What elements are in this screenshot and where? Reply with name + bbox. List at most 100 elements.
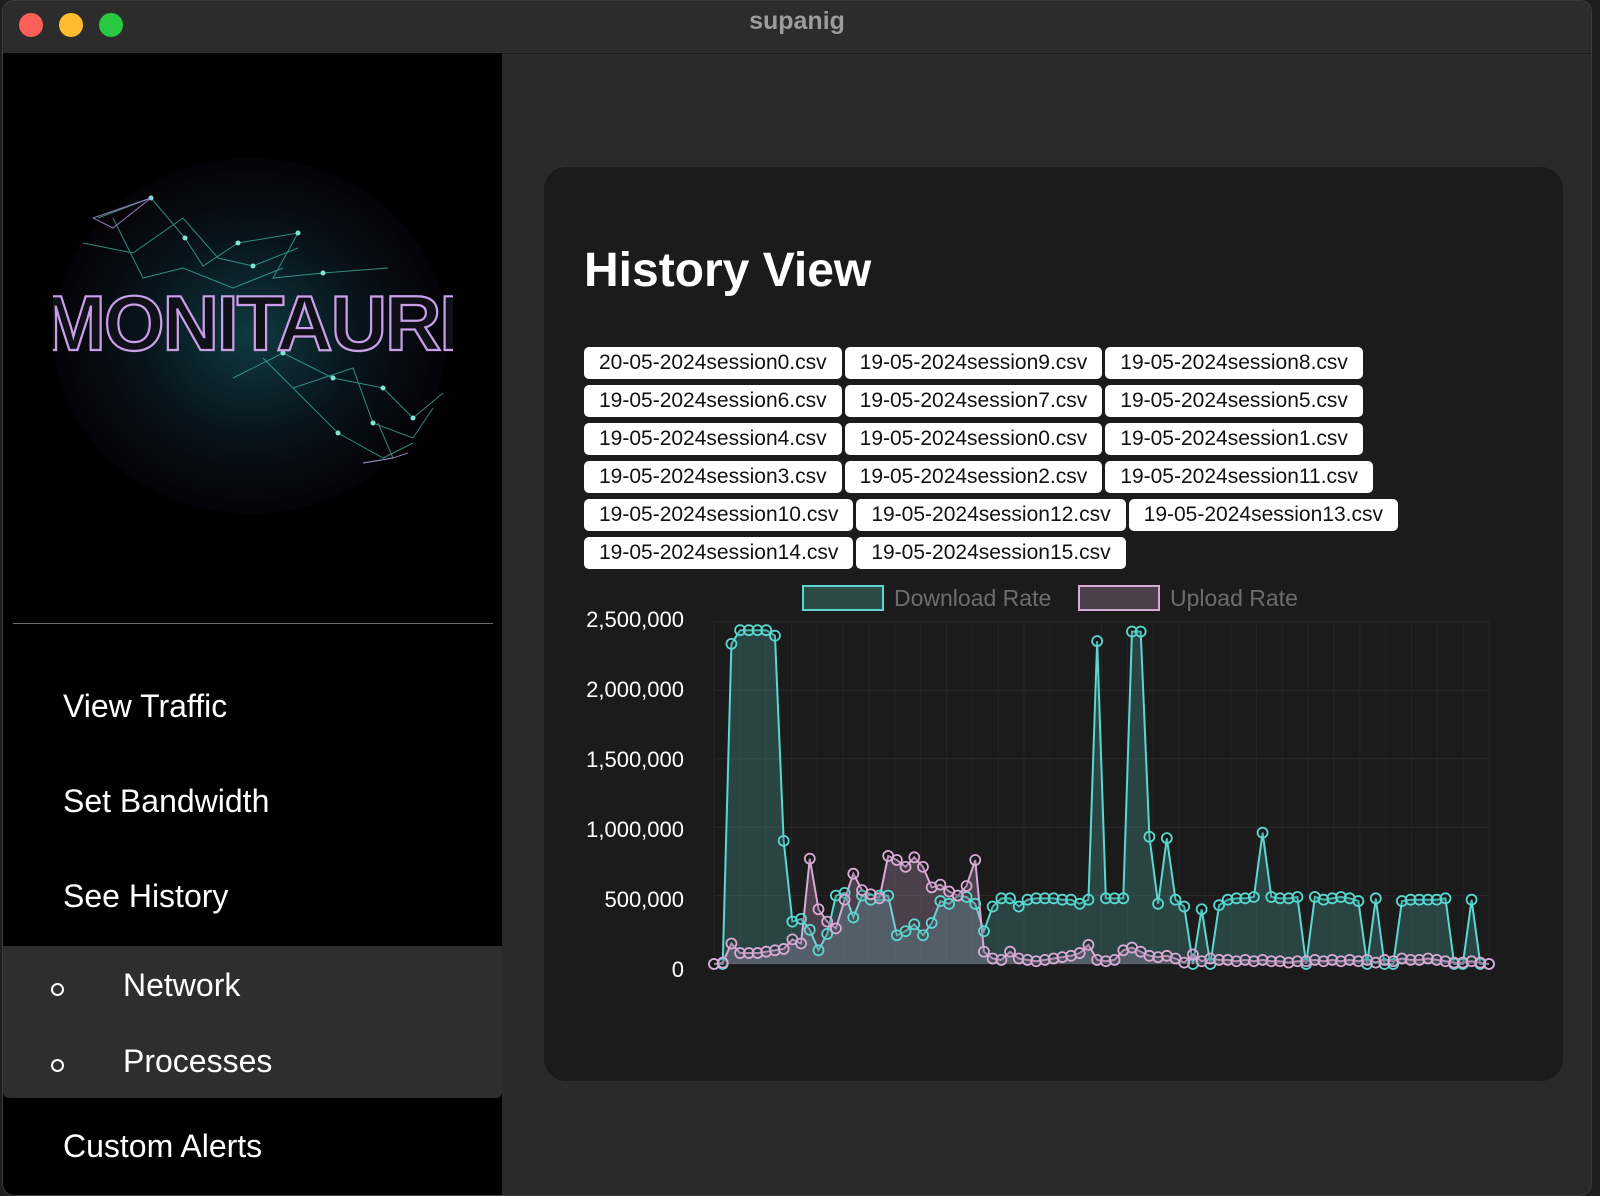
nav-set-bandwidth[interactable]: Set Bandwidth <box>63 783 269 820</box>
data-point-download[interactable] <box>1352 895 1365 907</box>
file-button[interactable]: 19-05-2024session11.csv <box>1105 461 1374 493</box>
data-point-upload[interactable] <box>847 867 860 880</box>
nav-view-traffic[interactable]: View Traffic <box>63 688 227 725</box>
data-point-download[interactable] <box>795 912 807 925</box>
data-point-download[interactable] <box>1291 891 1304 903</box>
data-point-download[interactable] <box>1256 826 1269 839</box>
data-point-download[interactable] <box>1369 892 1382 905</box>
data-point-download[interactable] <box>812 944 825 957</box>
data-point-download[interactable] <box>1247 891 1260 903</box>
data-point-download[interactable] <box>725 637 738 650</box>
data-point-download[interactable] <box>1169 893 1182 906</box>
sidebar: MONITAURI View Traffic Set Bandwidth See… <box>3 53 502 1195</box>
data-point-upload[interactable] <box>951 889 964 902</box>
data-point-upload[interactable] <box>830 922 842 935</box>
data-point-upload[interactable] <box>917 860 929 873</box>
data-point-download[interactable] <box>925 917 938 929</box>
file-button[interactable]: 19-05-2024session10.csv <box>584 499 854 531</box>
data-point-download[interactable] <box>1178 900 1191 913</box>
submenu-label-network: Network <box>123 967 241 1003</box>
file-button[interactable]: 19-05-2024session8.csv <box>1105 347 1363 379</box>
data-point-download[interactable] <box>1152 897 1165 910</box>
file-button[interactable]: 19-05-2024session4.csv <box>584 423 842 455</box>
data-point-download[interactable] <box>943 897 956 910</box>
file-row: 19-05-2024session14.csv 19-05-2024session… <box>584 537 1504 569</box>
data-point-download[interactable] <box>978 925 990 938</box>
data-point-download[interactable] <box>769 629 781 642</box>
data-point-upload[interactable] <box>978 945 990 958</box>
data-point-upload[interactable] <box>899 860 912 873</box>
data-point-upload[interactable] <box>1178 956 1191 969</box>
file-button[interactable]: 19-05-2024session13.csv <box>1128 499 1398 531</box>
data-point-download[interactable] <box>1004 892 1016 905</box>
file-button[interactable]: 20-05-2024session0.csv <box>584 347 842 379</box>
file-button[interactable]: 19-05-2024session0.csv <box>844 423 1103 455</box>
file-row: 20-05-2024session0.csv 19-05-2024session9… <box>584 347 1504 379</box>
file-button[interactable]: 19-05-2024session12.csv <box>856 499 1126 531</box>
data-point-upload[interactable] <box>1187 948 1199 961</box>
app-logo: MONITAURI <box>40 158 462 518</box>
data-point-upload[interactable] <box>995 953 1008 966</box>
file-button[interactable]: 19-05-2024session14.csv <box>584 537 854 569</box>
traffic-chart: Download Rate Upload Rate 2,500,000 2,00… <box>544 567 1563 1047</box>
data-point-upload[interactable] <box>1108 953 1121 966</box>
file-row: 19-05-2024session4.csv 19-05-2024session0… <box>584 423 1504 455</box>
data-point-upload[interactable] <box>803 852 816 865</box>
submenu-label-processes: Processes <box>123 1043 273 1079</box>
data-point-download[interactable] <box>1134 625 1147 638</box>
data-point-upload[interactable] <box>890 854 903 866</box>
data-point-upload[interactable] <box>777 943 790 955</box>
data-point-upload[interactable] <box>873 892 886 905</box>
data-point-upload[interactable] <box>1082 938 1095 951</box>
data-point-upload[interactable] <box>969 854 982 866</box>
data-point-download[interactable] <box>777 834 790 847</box>
data-point-download[interactable] <box>1117 892 1130 905</box>
file-button[interactable]: 19-05-2024session9.csv <box>844 347 1103 379</box>
file-button[interactable]: 19-05-2024session15.csv <box>856 537 1126 569</box>
data-point-download[interactable] <box>1160 832 1173 845</box>
file-button[interactable]: 19-05-2024session6.csv <box>584 385 842 417</box>
submenu-item-network[interactable]: Network <box>3 959 502 1019</box>
data-point-upload[interactable] <box>908 851 921 864</box>
data-point-upload[interactable] <box>838 893 851 906</box>
titlebar: supanig <box>3 1 1591 54</box>
data-point-upload[interactable] <box>1004 945 1016 958</box>
data-point-download[interactable] <box>803 923 816 936</box>
data-point-upload[interactable] <box>716 956 729 969</box>
data-point-upload[interactable] <box>821 915 834 928</box>
file-button[interactable]: 19-05-2024session1.csv <box>1105 423 1363 455</box>
submenu-item-processes[interactable]: Processes <box>3 1035 502 1095</box>
data-point-download[interactable] <box>908 918 921 931</box>
data-point-download[interactable] <box>1012 900 1025 913</box>
data-point-upload[interactable] <box>795 937 807 950</box>
file-button[interactable]: 19-05-2024session5.csv <box>1105 385 1363 417</box>
data-point-upload[interactable] <box>934 878 947 891</box>
history-submenu: Network Processes <box>3 946 502 1098</box>
data-point-download[interactable] <box>917 929 929 942</box>
nav-see-history[interactable]: See History <box>63 878 228 915</box>
data-point-download[interactable] <box>1465 893 1478 906</box>
data-point-download[interactable] <box>899 925 912 938</box>
data-point-upload[interactable] <box>1073 947 1086 959</box>
data-point-download[interactable] <box>1091 635 1104 648</box>
file-button[interactable]: 19-05-2024session7.csv <box>844 385 1103 417</box>
data-point-download[interactable] <box>969 897 982 910</box>
page-title: History View <box>584 244 872 297</box>
bullet-icon <box>51 1059 64 1072</box>
window-title: supanig <box>749 7 845 35</box>
file-row: 19-05-2024session3.csv 19-05-2024session2… <box>584 461 1504 493</box>
data-point-download[interactable] <box>1439 892 1452 905</box>
file-button[interactable]: 19-05-2024session3.csv <box>584 461 842 493</box>
logo-text: MONITAURI <box>53 279 453 367</box>
nav-custom-alerts[interactable]: Custom Alerts <box>63 1128 262 1165</box>
data-point-download[interactable] <box>1082 893 1095 906</box>
data-point-download[interactable] <box>1195 903 1208 916</box>
data-point-download[interactable] <box>986 900 999 913</box>
data-point-download[interactable] <box>1143 830 1156 843</box>
data-point-upload[interactable] <box>960 880 973 892</box>
data-point-upload[interactable] <box>1483 958 1495 970</box>
data-point-upload[interactable] <box>812 903 825 916</box>
data-point-download[interactable] <box>847 911 860 924</box>
data-point-upload[interactable] <box>725 937 738 950</box>
file-button[interactable]: 19-05-2024session2.csv <box>844 461 1103 493</box>
